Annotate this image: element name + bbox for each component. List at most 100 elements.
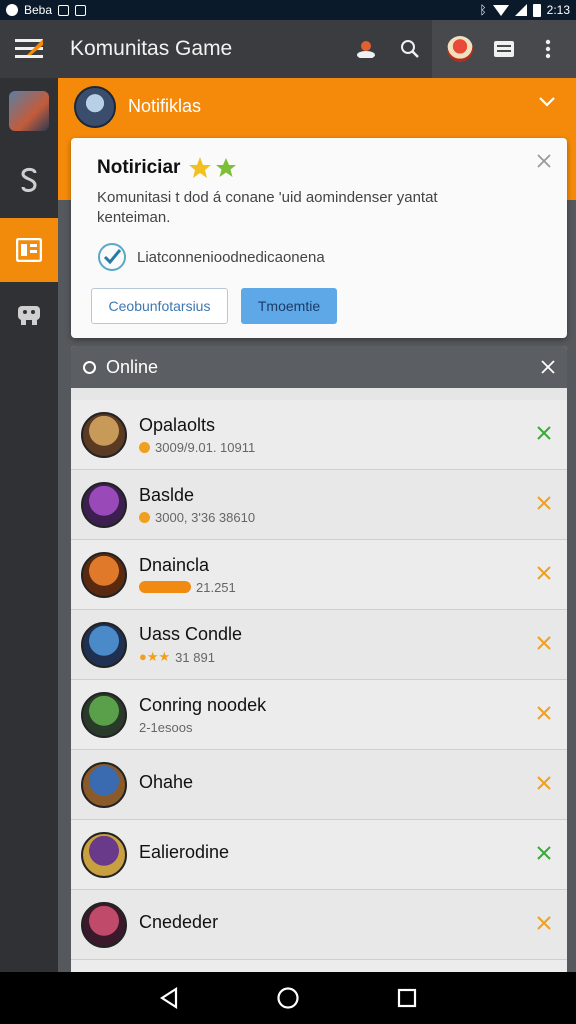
- player-name: Cnededer: [139, 912, 219, 932]
- recents-icon[interactable]: [397, 988, 417, 1008]
- online-panel: Online Opalaolts 3009/9.01. 10911 Baslde 30…: [71, 346, 567, 972]
- more-vert-icon: [545, 39, 551, 59]
- remove-icon[interactable]: [537, 846, 551, 860]
- player-name: Conring noodek: [139, 694, 267, 715]
- close-icon[interactable]: [537, 154, 551, 168]
- remove-icon[interactable]: [537, 706, 551, 720]
- close-panel-icon[interactable]: [541, 360, 555, 374]
- player-meta-text: 21.251: [196, 579, 236, 595]
- main-content: Notifiklas Notiriciar Komunitasi t dod á…: [58, 78, 576, 972]
- online-title: Online: [106, 356, 159, 377]
- bluetooth-icon: ᛒ: [479, 3, 487, 17]
- player-meta-text: 31 891: [175, 649, 215, 665]
- player-name: Ohahe: [139, 772, 194, 792]
- notification-icon: [58, 4, 70, 16]
- status-time: 2:13: [546, 3, 570, 17]
- player-meta-text: 3009/9.01. 10911: [155, 439, 256, 455]
- link-icon: [21, 167, 37, 192]
- avatar: [81, 691, 127, 738]
- inbox-icon: [494, 41, 514, 57]
- image-notification-icon: [75, 4, 87, 16]
- menu-icon: [15, 39, 43, 58]
- notifications-button[interactable]: [344, 20, 388, 78]
- rail-item-link[interactable]: [0, 144, 58, 218]
- player-name: Ealierodine: [139, 842, 230, 862]
- avatar: [81, 551, 127, 598]
- remove-icon[interactable]: [537, 776, 551, 790]
- player-meta: ●★★ 31 891: [139, 649, 242, 665]
- coin-icon: [139, 441, 150, 453]
- player-meta: 2-1esoos: [139, 720, 266, 735]
- profile-avatar: [447, 36, 473, 62]
- player-name: Opalaolts: [139, 414, 216, 435]
- card-body: Komunitasi t dod á conane 'uid aomindens…: [97, 189, 438, 226]
- list-item[interactable]: Ohahe: [71, 750, 567, 820]
- player-meta: 3009/9.01. 10911: [139, 440, 255, 455]
- search-button[interactable]: [388, 20, 432, 78]
- notification-card: Notiriciar Komunitasi t dod á conane 'ui…: [71, 138, 567, 338]
- menu-button[interactable]: [0, 20, 58, 78]
- back-icon[interactable]: [159, 987, 179, 1009]
- avatar: [81, 411, 127, 458]
- player-meta-text: 3000, 3'36 38610: [155, 509, 256, 525]
- wifi-icon: [492, 4, 509, 16]
- navigation-bar: [0, 972, 576, 1024]
- player-name: Uass Condle: [139, 624, 243, 644]
- list-item[interactable]: Ealierodine: [71, 820, 567, 890]
- player-meta: 21.251: [139, 580, 236, 595]
- rail-item-profile[interactable]: [0, 78, 58, 144]
- online-list: Opalaolts 3009/9.01. 10911 Baslde 3000, 3'3…: [71, 400, 567, 972]
- game-avatar: [9, 91, 49, 131]
- avatar: [81, 831, 127, 878]
- avatar: [81, 901, 127, 948]
- app-title: Komunitas Game: [70, 37, 233, 60]
- remove-icon[interactable]: [537, 566, 551, 580]
- online-header: Online: [71, 346, 567, 388]
- battery-icon: [532, 3, 541, 17]
- check-circle-icon[interactable]: [97, 242, 127, 272]
- avatar: [81, 761, 127, 808]
- banner-label: Notifiklas: [128, 96, 202, 116]
- list-item[interactable]: Uass Condle ●★★ 31 891: [71, 610, 567, 680]
- profile-button[interactable]: [438, 20, 482, 78]
- list-item[interactable]: Dnaincla 21.251: [71, 540, 567, 610]
- secondary-button[interactable]: Ceobunfotarsius: [91, 288, 228, 324]
- stars-icon: ●★★: [139, 649, 171, 664]
- card-title: Notiriciar: [97, 157, 181, 178]
- remove-icon[interactable]: [537, 916, 551, 930]
- remove-icon[interactable]: [537, 636, 551, 650]
- more-options-button[interactable]: [526, 20, 570, 78]
- player-meta-text: 2-1esoos: [139, 719, 193, 735]
- list-item[interactable]: Bradoootan: [71, 960, 567, 972]
- status-bar: Beba ᛒ 2:13: [0, 0, 576, 20]
- remove-icon[interactable]: [537, 496, 551, 510]
- list-item[interactable]: Conring noodek 2-1esoos: [71, 680, 567, 750]
- list-item[interactable]: Baslde 3000, 3'36 38610: [71, 470, 567, 540]
- rail-item-feed[interactable]: [0, 218, 58, 282]
- primary-button[interactable]: Tmoemtie: [241, 288, 337, 324]
- chevron-down-icon[interactable]: [538, 96, 556, 108]
- game-controller-icon: [18, 306, 40, 325]
- avatar: [81, 481, 127, 528]
- status-left-text: Beba: [24, 3, 53, 17]
- feed-icon: [16, 238, 42, 262]
- list-item[interactable]: Cnededer: [71, 890, 567, 960]
- group-icon: [357, 41, 375, 58]
- check-label: Liatconnenioodnedicaonena: [137, 248, 325, 266]
- app-bar: Komunitas Game: [0, 20, 576, 78]
- side-rail: [0, 78, 58, 972]
- banner-avatar: [74, 86, 116, 128]
- search-icon: [401, 40, 419, 58]
- stars-icon: [189, 157, 237, 178]
- rail-item-games[interactable]: [0, 282, 58, 346]
- app-notification-icon: [6, 4, 18, 16]
- coin-icon: [139, 511, 150, 523]
- remove-icon[interactable]: [537, 426, 551, 440]
- player-name: Dnaincla: [139, 554, 210, 575]
- online-status-icon: [83, 360, 96, 374]
- messages-button[interactable]: [482, 20, 526, 78]
- player-name: Baslde: [139, 484, 195, 505]
- home-icon[interactable]: [276, 986, 300, 1010]
- list-item[interactable]: Opalaolts 3009/9.01. 10911: [71, 400, 567, 470]
- signal-icon: [514, 4, 527, 16]
